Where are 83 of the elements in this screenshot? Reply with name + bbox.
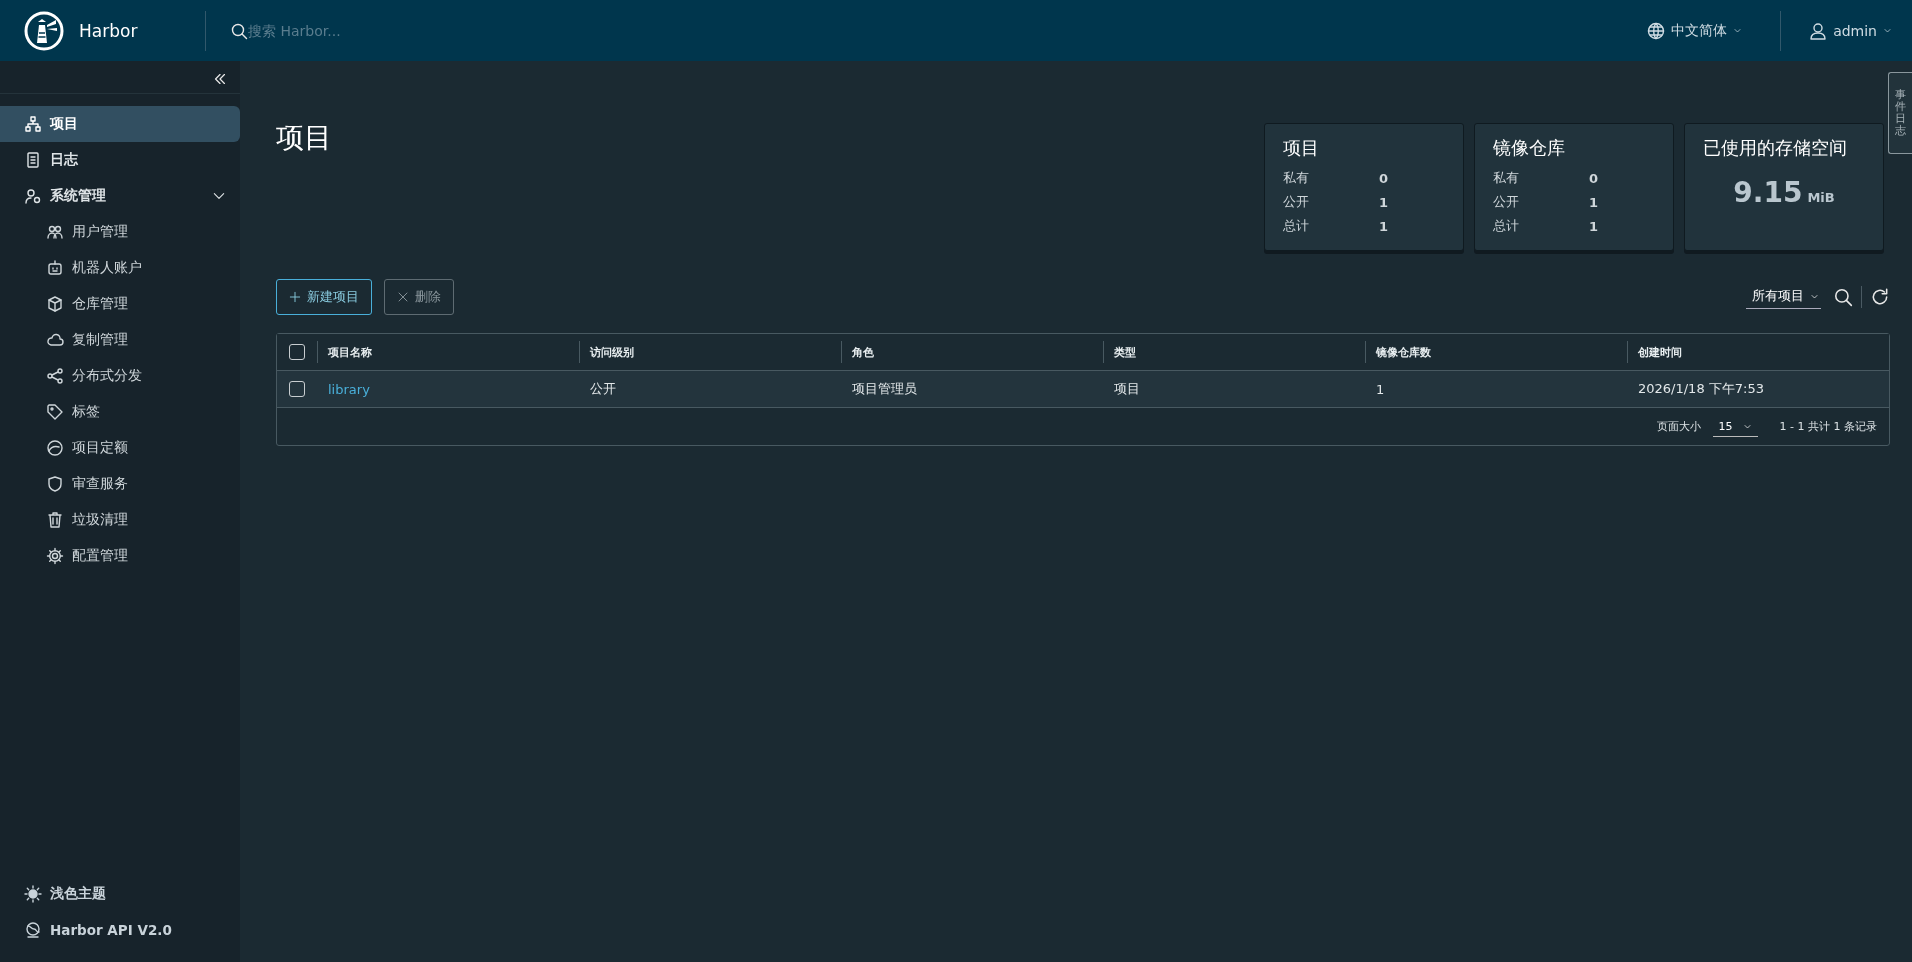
cube-icon xyxy=(46,295,64,313)
page-size-label: 页面大小 xyxy=(1656,419,1701,434)
table-cell-text: 公开 xyxy=(589,380,617,398)
record-summary: 1 - 1 共计 1 条记录 xyxy=(1779,419,1877,434)
search-field[interactable]: 搜索 Harbor... xyxy=(248,22,548,39)
stat-value: 1 xyxy=(1379,218,1389,234)
sidebar-link[interactable]: 浅色主题 xyxy=(0,876,240,912)
user-gear-icon xyxy=(24,187,42,205)
nav-item[interactable]: 系统管理 xyxy=(0,178,240,214)
nav-item[interactable]: 配置管理 xyxy=(0,538,240,574)
column-header[interactable]: 类型 xyxy=(1103,341,1365,363)
caret-icon xyxy=(1883,26,1892,35)
collapse-icon[interactable] xyxy=(212,71,228,87)
shield-icon xyxy=(46,475,64,493)
page-size-dropdown[interactable]: 15 xyxy=(1712,416,1758,437)
row-checkbox[interactable] xyxy=(289,381,305,397)
hierarchy-icon xyxy=(24,115,42,133)
nav-item[interactable]: 项目定额 xyxy=(0,430,240,466)
language-menu[interactable]: 中文简体 xyxy=(1647,21,1743,40)
globe-icon xyxy=(24,921,42,939)
stat-label: 总计 xyxy=(1283,217,1310,235)
cloud-icon xyxy=(46,331,64,349)
stat-label: 公开 xyxy=(1283,193,1310,211)
card-title: 镜像仓库 xyxy=(1493,136,1566,160)
storage-unit: MiB xyxy=(1807,190,1835,205)
stat-value: 1 xyxy=(1589,218,1599,234)
stat-value: 1 xyxy=(1589,194,1599,210)
nav-item[interactable]: 项目 xyxy=(0,106,240,142)
nav-item[interactable]: 审查服务 xyxy=(0,466,240,502)
user-menu[interactable]: admin xyxy=(1809,21,1892,40)
nav-item[interactable]: 分布式分发 xyxy=(0,358,240,394)
nav-item[interactable]: 机器人账户 xyxy=(0,250,240,286)
column-header[interactable]: 项目名称 xyxy=(317,341,579,363)
card-title: 项目 xyxy=(1283,136,1320,160)
plus-icon xyxy=(289,291,301,303)
nav-item[interactable]: 标签 xyxy=(0,394,240,430)
refresh-icon[interactable] xyxy=(1870,287,1890,307)
nav-item[interactable]: 用户管理 xyxy=(0,214,240,250)
trash-icon xyxy=(46,511,64,529)
nav-item[interactable]: 仓库管理 xyxy=(0,286,240,322)
tag-icon xyxy=(46,403,64,421)
nav-item[interactable]: 复制管理 xyxy=(0,322,240,358)
select-all-checkbox[interactable] xyxy=(289,344,305,360)
product-name: Harbor xyxy=(79,20,139,41)
storage-amount: 9.15 xyxy=(1733,176,1803,209)
filter-dropdown[interactable]: 所有项目 xyxy=(1746,285,1821,309)
search-icon[interactable] xyxy=(1833,287,1853,307)
close-icon xyxy=(397,291,409,303)
nav-item[interactable]: 垃圾清理 xyxy=(0,502,240,538)
gauge-icon xyxy=(46,439,64,457)
robot-icon xyxy=(46,259,64,277)
globe-icon xyxy=(1647,21,1666,40)
document-icon xyxy=(24,151,42,169)
stat-value: 1 xyxy=(1379,194,1389,210)
column-header[interactable]: 镜像仓库数 xyxy=(1365,341,1627,363)
table-cell-text: 项目 xyxy=(1113,380,1141,398)
project-link[interactable]: library xyxy=(328,381,370,397)
stat-value: 0 xyxy=(1379,170,1389,186)
stat-label: 总计 xyxy=(1493,217,1520,235)
table-cell-text: 2026/1/18 下午7:53 xyxy=(1637,380,1765,398)
user-icon xyxy=(1809,21,1828,40)
stat-label: 公开 xyxy=(1493,193,1520,211)
sun-icon xyxy=(24,885,42,903)
caret-icon xyxy=(1733,26,1743,35)
stat-value: 0 xyxy=(1589,170,1599,186)
share-icon xyxy=(46,367,64,385)
table-cell-text: 1 xyxy=(1375,381,1386,397)
users-icon xyxy=(46,223,64,241)
card-title: 已使用的存储空间 xyxy=(1703,136,1848,160)
column-header[interactable]: 访问级别 xyxy=(579,341,841,363)
settings-icon xyxy=(46,547,64,565)
nav-item[interactable]: 日志 xyxy=(0,142,240,178)
stat-label: 私有 xyxy=(1493,169,1520,187)
column-header[interactable]: 角色 xyxy=(841,341,1103,363)
column-header[interactable]: 创建时间 xyxy=(1627,341,1889,363)
page-title: 项目 xyxy=(276,120,332,156)
stat-label: 私有 xyxy=(1283,169,1310,187)
lighthouse-logo xyxy=(24,10,64,51)
toolbar-button[interactable]: 新建项目 xyxy=(276,279,372,315)
event-log-tab[interactable]: 事件日志 xyxy=(1888,72,1912,154)
sidebar-link[interactable]: Harbor API V2.0 xyxy=(0,912,240,948)
search-icon xyxy=(230,21,248,40)
table-cell-text: 项目管理员 xyxy=(851,380,918,398)
